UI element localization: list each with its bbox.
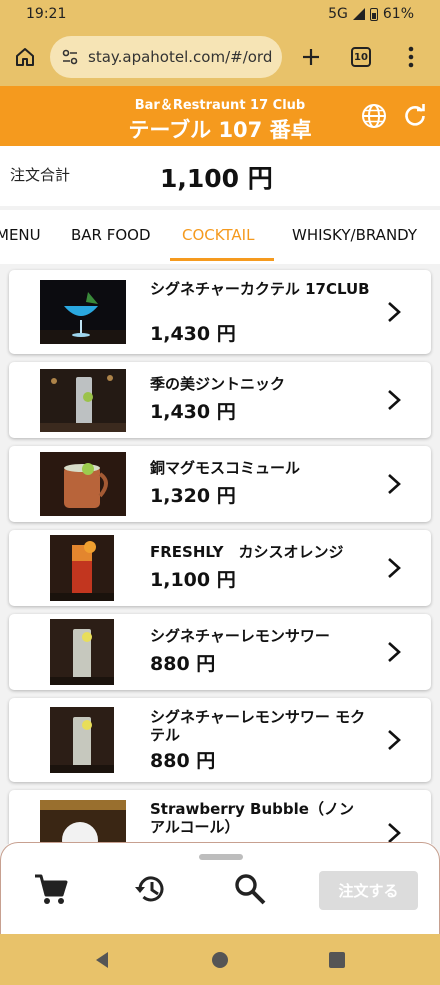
category-tabs: MENU BAR FOOD COCKTAIL WHISKY/BRANDY [0, 210, 440, 264]
menu-item-card[interactable]: シグネチャーカクテル 17CLUB 1,430 円 [9, 270, 431, 354]
bottom-action-sheet: 注文する [0, 842, 440, 934]
search-icon[interactable] [232, 871, 268, 907]
home-icon [16, 48, 34, 66]
total-value: 1,100 円 [160, 164, 273, 193]
item-price: 880 円 [150, 653, 216, 675]
tab-cocktail[interactable]: COCKTAIL [182, 226, 254, 244]
menu-item-card[interactable]: シグネチャーレモンサワー 880 円 [9, 614, 431, 690]
new-tab-button[interactable] [286, 28, 336, 86]
tab-whisky-brandy[interactable]: WHISKY/BRANDY [292, 226, 417, 244]
battery-level: 61% [382, 6, 414, 22]
tab-switcher-button[interactable]: 10 [336, 28, 386, 86]
item-photo [50, 535, 114, 601]
signal-icon [352, 8, 365, 20]
status-bar: 19:21 5G 61% [0, 0, 440, 28]
history-icon[interactable] [133, 871, 169, 907]
browser-toolbar: stay.apahotel.com/#/ord 10 [0, 28, 440, 86]
item-photo [40, 800, 126, 844]
page-header: Bar＆Restraunt 17 Club テーブル 107 番卓 [0, 86, 440, 146]
item-name: Strawberry Bubble（ノンアルコール） [150, 800, 354, 836]
active-tab-indicator [170, 258, 274, 261]
chevron-right-icon [388, 302, 401, 322]
menu-item-card[interactable]: FRESHLY カシスオレンジ 1,100 円 [9, 530, 431, 606]
item-photo [40, 369, 126, 432]
chevron-right-icon [388, 390, 401, 410]
status-indicators: 5G 61% [328, 6, 414, 22]
battery-icon [369, 7, 378, 21]
system-nav-bar [0, 934, 440, 985]
item-price: 1,430 円 [150, 401, 236, 423]
menu-item-card[interactable]: Strawberry Bubble（ノンアルコール） [9, 790, 431, 844]
tab-bar-food[interactable]: BAR FOOD [71, 226, 151, 244]
cart-icon[interactable] [33, 871, 69, 907]
item-photo [50, 707, 114, 773]
item-price: 1,320 円 [150, 485, 236, 507]
item-name: 銅マグモスコミュール [150, 459, 301, 477]
chevron-right-icon [388, 730, 401, 750]
item-photo [40, 452, 126, 516]
status-time: 19:21 [26, 6, 67, 22]
home-nav-icon[interactable] [211, 951, 229, 969]
item-name: 季の美ジントニック [150, 375, 286, 393]
tab-count: 10 [351, 47, 371, 67]
menu-list[interactable]: シグネチャーカクテル 17CLUB 1,430 円 季の美ジントニック 1,43… [0, 264, 440, 844]
refresh-icon[interactable] [401, 102, 429, 130]
chevron-right-icon [388, 642, 401, 662]
tab-menu[interactable]: MENU [0, 226, 41, 244]
place-order-button[interactable]: 注文する [319, 871, 418, 910]
total-label: 注文合計 [10, 166, 71, 184]
plus-icon [303, 49, 319, 65]
home-button[interactable] [0, 28, 50, 86]
item-price: 1,430 円 [150, 323, 236, 345]
site-settings-icon[interactable] [60, 47, 80, 67]
menu-item-card[interactable]: 季の美ジントニック 1,430 円 [9, 362, 431, 438]
browser-menu-button[interactable] [386, 28, 436, 86]
menu-item-card[interactable]: 銅マグモスコミュール 1,320 円 [9, 446, 431, 522]
item-name: シグネチャーレモンサワー モクテル [150, 708, 366, 744]
address-bar[interactable]: stay.apahotel.com/#/ord [50, 36, 282, 78]
item-name: シグネチャーカクテル 17CLUB [150, 280, 370, 298]
more-vert-icon [408, 46, 414, 68]
item-price: 1,100 円 [150, 569, 236, 591]
globe-icon[interactable] [360, 102, 388, 130]
chevron-right-icon [388, 558, 401, 578]
item-name: FRESHLY カシスオレンジ [150, 543, 344, 561]
chevron-right-icon [388, 474, 401, 494]
url-text[interactable]: stay.apahotel.com/#/ord [88, 48, 272, 66]
network-label: 5G [328, 6, 348, 22]
item-price: 880 円 [150, 750, 216, 772]
order-total: 注文合計 1,100 円 [0, 146, 440, 206]
item-photo [50, 619, 114, 685]
chevron-right-icon [388, 823, 401, 843]
item-name: シグネチャーレモンサワー [150, 627, 330, 645]
menu-item-card[interactable]: シグネチャーレモンサワー モクテル 880 円 [9, 698, 431, 782]
back-icon[interactable] [93, 951, 111, 969]
recents-icon[interactable] [329, 952, 345, 968]
item-photo [40, 280, 126, 344]
sheet-handle[interactable] [199, 854, 243, 860]
